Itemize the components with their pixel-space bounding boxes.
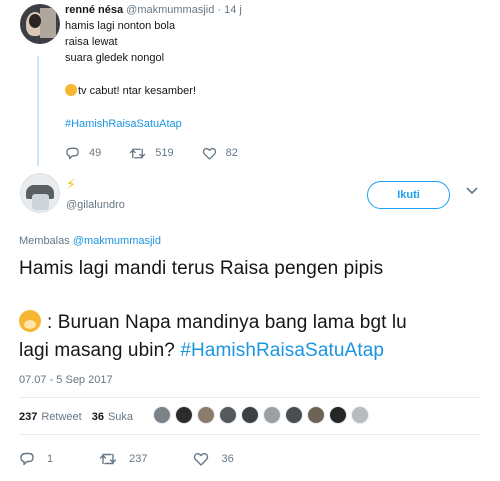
tweet-text-segment: : Buruan Napa mandinya bang lama bgt lu (47, 312, 407, 333)
tweet-text-segment: lagi masang ubin? (19, 340, 175, 361)
retweet-icon (130, 148, 146, 158)
liker-avatar[interactable] (351, 406, 369, 424)
likes-count[interactable]: 36 (92, 411, 104, 423)
person-emoji-icon (65, 84, 77, 96)
tweet-text-line: tv cabut! ntar kesamber! (65, 84, 196, 97)
heart-icon (202, 147, 216, 160)
retweet-button[interactable]: 519 (129, 147, 174, 160)
author-handle[interactable]: @makmummasjid (126, 4, 214, 16)
tweet-text-line: Hamis lagi mandi terus Raisa pengen pipi… (19, 258, 384, 279)
liker-avatar[interactable] (175, 406, 193, 424)
reply-mention-link[interactable]: @makmummasjid (73, 235, 161, 247)
liker-avatars (153, 406, 373, 424)
retweet-count: 519 (155, 147, 174, 159)
liker-avatar[interactable] (263, 406, 281, 424)
parent-tweet-actions: 49 519 82 (65, 146, 266, 160)
like-button[interactable]: 36 (193, 452, 234, 466)
chevron-down-icon[interactable] (466, 186, 478, 196)
liker-avatar[interactable] (307, 406, 325, 424)
reply-count: 49 (89, 147, 102, 159)
reply-prefix: Membalas (19, 235, 70, 247)
avatar-hair (29, 14, 41, 28)
hashtag-link[interactable]: #HamishRaisaSatuAtap (180, 340, 384, 361)
reply-context: Membalas @makmummasjid (19, 235, 161, 247)
display-name[interactable]: ⚡ (66, 176, 76, 193)
tweet-text-line: raisa lewat (65, 36, 118, 48)
tweet-text-line: : Buruan Napa mandinya bang lama bgt lu (19, 310, 407, 334)
like-count: 36 (221, 452, 234, 465)
divider (19, 434, 480, 435)
like-button[interactable]: 82 (202, 147, 238, 160)
retweet-count: 237 (129, 452, 148, 465)
liker-avatar[interactable] (329, 406, 347, 424)
person-emoji-icon (19, 310, 41, 332)
author-handle[interactable]: @gilalundro (66, 199, 125, 211)
reply-button[interactable]: 1 (19, 451, 53, 466)
divider (19, 397, 480, 398)
reply-count: 1 (47, 452, 54, 465)
parent-tweet-header: renné nésa @makmummasjid · 14 j (65, 4, 242, 16)
likes-label[interactable]: Suka (108, 411, 133, 423)
author-name[interactable]: renné nésa (65, 4, 123, 16)
separator-dot: · (217, 4, 222, 16)
heart-icon (194, 452, 209, 466)
tweet-emoji-text: tv cabut! ntar kesamber! (78, 85, 196, 97)
retweets-count[interactable]: 237 (19, 411, 37, 423)
avatar[interactable] (20, 173, 60, 213)
tweet-text-line: suara gledek nongol (65, 52, 165, 64)
tweet-text-line: lagi masang ubin? #HamishRaisaSatuAtap (19, 340, 384, 362)
liker-avatar[interactable] (285, 406, 303, 424)
tweet-time[interactable]: 14 j (224, 4, 242, 16)
main-tweet-actions: 1 237 36 (19, 451, 280, 466)
follow-button[interactable]: Ikuti (367, 181, 450, 209)
like-count: 82 (225, 147, 238, 159)
retweet-icon (99, 453, 117, 464)
avatar-face (32, 194, 49, 210)
liker-avatar[interactable] (219, 406, 237, 424)
reply-icon (66, 147, 79, 160)
hashtag-link[interactable]: #HamishRaisaSatuAtap (65, 118, 182, 130)
retweets-label[interactable]: Retweet (41, 411, 81, 423)
avatar-detail (40, 8, 56, 38)
engagement-stats: 237 Retweet 36 Suka (19, 411, 133, 423)
reply-icon (20, 452, 34, 466)
avatar[interactable] (20, 4, 60, 44)
tweet-text-line: hamis lagi nonton bola (65, 20, 176, 32)
thread-connector (37, 56, 39, 166)
liker-avatar[interactable] (241, 406, 259, 424)
liker-avatar[interactable] (153, 406, 171, 424)
tweet-timestamp[interactable]: 07.07 - 5 Sep 2017 (19, 374, 113, 386)
reply-button[interactable]: 49 (65, 146, 101, 160)
retweet-button[interactable]: 237 (99, 452, 147, 466)
liker-avatar[interactable] (197, 406, 215, 424)
